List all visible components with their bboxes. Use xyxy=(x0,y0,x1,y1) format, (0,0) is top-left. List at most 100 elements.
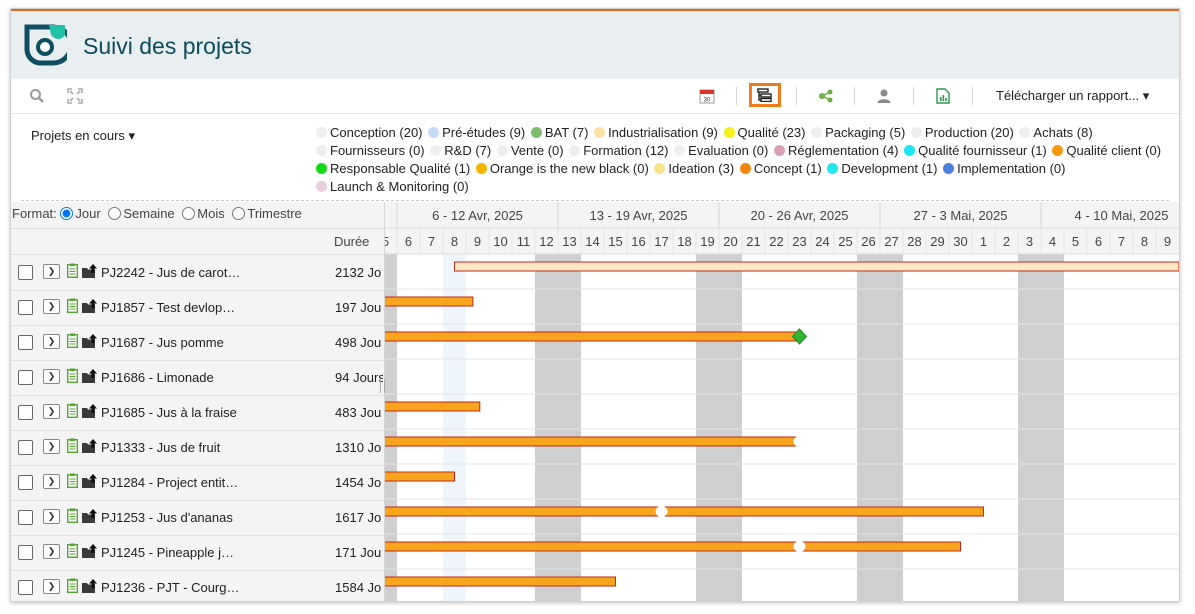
legend-item[interactable]: Achats (8) xyxy=(1019,125,1093,140)
legend-item[interactable]: Qualité (23) xyxy=(723,125,805,140)
upload-folder-icon[interactable] xyxy=(82,369,98,383)
legend-item[interactable]: R&D (7) xyxy=(430,143,491,158)
row-checkbox[interactable] xyxy=(18,510,33,525)
table-row[interactable]: ❯ PJ1333 - Jus de fruit 1310 Jo xyxy=(11,430,384,466)
legend-item[interactable]: Industrialisation (9) xyxy=(594,125,718,140)
upload-folder-icon[interactable] xyxy=(82,579,98,593)
legend-item[interactable]: Formation (12) xyxy=(569,143,668,158)
project-name[interactable]: PJ1685 - Jus à la fraise xyxy=(101,405,237,420)
legend-item[interactable]: Evaluation (0) xyxy=(674,143,768,158)
legend-item[interactable]: Launch & Monitoring (0) xyxy=(316,179,469,194)
clipboard-icon[interactable] xyxy=(67,368,78,383)
legend-item[interactable]: Qualité client (0) xyxy=(1052,143,1161,158)
format-radio[interactable] xyxy=(182,207,196,220)
format-option-trimestre[interactable]: Trimestre xyxy=(232,206,302,221)
project-name[interactable]: PJ1687 - Jus pomme xyxy=(101,335,224,350)
network-icon[interactable] xyxy=(816,86,836,106)
legend-item[interactable]: Réglementation (4) xyxy=(773,143,899,158)
tree-list-icon[interactable] xyxy=(749,83,781,107)
table-row[interactable]: ❯ PJ1686 - Limonade 94 Jours xyxy=(11,360,384,396)
legend-item[interactable]: Pré-études (9) xyxy=(428,125,525,140)
expand-chevron-icon[interactable]: ❯ xyxy=(43,474,60,489)
row-checkbox[interactable] xyxy=(18,440,33,455)
clipboard-icon[interactable] xyxy=(67,333,78,348)
upload-folder-icon[interactable] xyxy=(82,299,98,313)
row-checkbox[interactable] xyxy=(18,580,33,595)
fullscreen-icon[interactable] xyxy=(65,86,85,106)
project-name[interactable]: PJ2242 - Jus de carot… xyxy=(101,265,240,280)
project-name[interactable]: PJ1253 - Jus d'ananas xyxy=(101,510,233,525)
legend-item[interactable]: Concept (1) xyxy=(739,161,822,176)
row-checkbox[interactable] xyxy=(18,300,33,315)
expand-chevron-icon[interactable]: ❯ xyxy=(43,404,60,419)
project-name[interactable]: PJ1686 - Limonade xyxy=(101,370,214,385)
format-radio[interactable] xyxy=(232,207,246,220)
legend-item[interactable]: Implementation (0) xyxy=(943,161,1065,176)
expand-chevron-icon[interactable]: ❯ xyxy=(43,369,60,384)
row-checkbox[interactable] xyxy=(18,405,33,420)
table-row[interactable]: ❯ PJ1857 - Test devlop… 197 Jou xyxy=(11,290,384,326)
row-checkbox[interactable] xyxy=(18,545,33,560)
projects-filter-dropdown[interactable]: Projets en cours ▾ xyxy=(31,128,135,144)
legend-item[interactable]: Production (20) xyxy=(910,125,1014,140)
table-row[interactable]: ❯ PJ1245 - Pineapple j… 171 Jou xyxy=(11,535,384,571)
project-name[interactable]: PJ1284 - Project entit… xyxy=(101,475,238,490)
format-option-jour[interactable]: Jour xyxy=(60,206,101,221)
format-radio[interactable] xyxy=(108,207,122,220)
gantt-chart[interactable]: 6 - 12 Avr, 2025 13 - 19 Avr, 2025 20 - 26… xyxy=(385,202,1179,601)
clipboard-icon[interactable] xyxy=(67,438,78,453)
upload-folder-icon[interactable] xyxy=(82,509,98,523)
project-name[interactable]: PJ1236 - PJT - Courg… xyxy=(101,580,239,595)
table-row[interactable]: ❯ PJ1685 - Jus à la fraise 483 Jou xyxy=(11,395,384,431)
clipboard-icon[interactable] xyxy=(67,578,78,593)
download-report-dropdown[interactable]: Télécharger un rapport... ▾ xyxy=(996,88,1149,104)
app-logo-icon[interactable] xyxy=(19,21,67,69)
expand-chevron-icon[interactable]: ❯ xyxy=(43,439,60,454)
table-row[interactable]: ❯ PJ2242 - Jus de carot… 2132 Jo xyxy=(11,255,384,291)
clipboard-icon[interactable] xyxy=(67,298,78,313)
table-row[interactable]: ❯ PJ1687 - Jus pomme 498 Jou xyxy=(11,325,384,361)
row-checkbox[interactable] xyxy=(18,475,33,490)
legend-item[interactable]: Orange is the new black (0) xyxy=(475,161,649,176)
project-name[interactable]: PJ1857 - Test devlop… xyxy=(101,300,235,315)
expand-chevron-icon[interactable]: ❯ xyxy=(43,334,60,349)
expand-chevron-icon[interactable]: ❯ xyxy=(43,579,60,594)
upload-folder-icon[interactable] xyxy=(82,474,98,488)
expand-chevron-icon[interactable]: ❯ xyxy=(43,509,60,524)
legend-item[interactable]: BAT (7) xyxy=(530,125,588,140)
legend-item[interactable]: Ideation (3) xyxy=(654,161,734,176)
search-icon[interactable] xyxy=(27,86,47,106)
legend-item[interactable]: Packaging (5) xyxy=(811,125,905,140)
table-row[interactable]: ❯ PJ1253 - Jus d'ananas 1617 Jo xyxy=(11,500,384,536)
legend-item[interactable]: Qualité fournisseur (1) xyxy=(904,143,1047,158)
calendar-icon[interactable]: 30 xyxy=(697,86,717,106)
clipboard-icon[interactable] xyxy=(67,473,78,488)
row-checkbox[interactable] xyxy=(18,370,33,385)
row-checkbox[interactable] xyxy=(18,335,33,350)
expand-chevron-icon[interactable]: ❯ xyxy=(43,299,60,314)
legend-item[interactable]: Vente (0) xyxy=(496,143,564,158)
clipboard-icon[interactable] xyxy=(67,403,78,418)
legend-item[interactable]: Responsable Qualité (1) xyxy=(316,161,470,176)
expand-chevron-icon[interactable]: ❯ xyxy=(43,264,60,279)
upload-folder-icon[interactable] xyxy=(82,264,98,278)
duration-column-header[interactable]: Durée xyxy=(334,234,369,249)
project-name[interactable]: PJ1245 - Pineapple j… xyxy=(101,545,234,560)
clipboard-icon[interactable] xyxy=(67,263,78,278)
report-icon[interactable] xyxy=(933,86,953,106)
project-name[interactable]: PJ1333 - Jus de fruit xyxy=(101,440,220,455)
legend-item[interactable]: Fournisseurs (0) xyxy=(316,143,425,158)
format-radio[interactable] xyxy=(60,207,74,220)
upload-folder-icon[interactable] xyxy=(82,439,98,453)
legend-item[interactable]: Conception (20) xyxy=(316,125,423,140)
upload-folder-icon[interactable] xyxy=(82,544,98,558)
upload-folder-icon[interactable] xyxy=(82,404,98,418)
table-row[interactable]: ❯ PJ1284 - Project entit… 1454 Jo xyxy=(11,465,384,501)
upload-folder-icon[interactable] xyxy=(82,334,98,348)
row-checkbox[interactable] xyxy=(18,265,33,280)
user-icon[interactable] xyxy=(874,86,894,106)
clipboard-icon[interactable] xyxy=(67,543,78,558)
table-row[interactable]: ❯ PJ1236 - PJT - Courg… 1584 Jo xyxy=(11,570,384,601)
legend-item[interactable]: Development (1) xyxy=(827,161,937,176)
format-option-mois[interactable]: Mois xyxy=(182,206,225,221)
